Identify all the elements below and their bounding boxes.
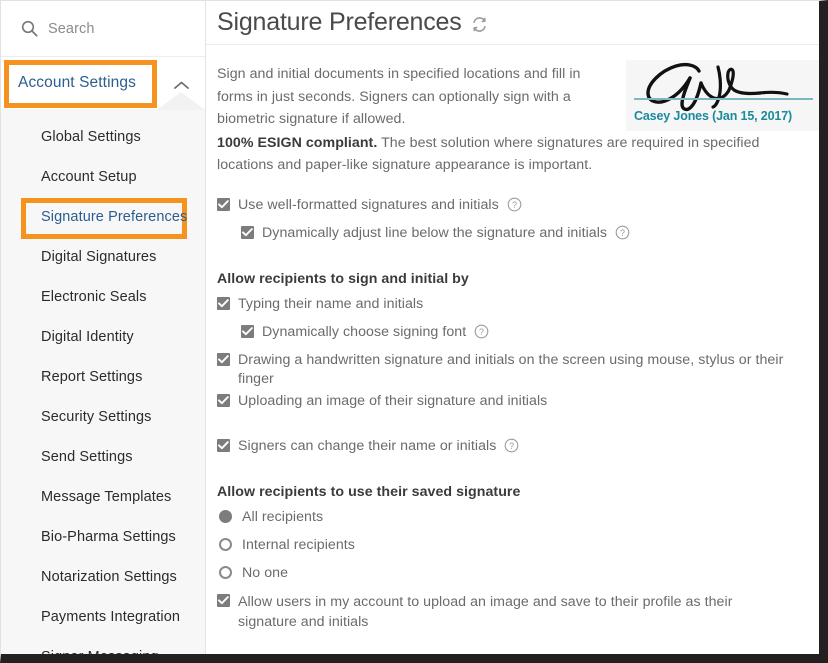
sidebar-item-send-settings[interactable]: Send Settings <box>1 437 205 477</box>
checkbox-checked-icon[interactable] <box>241 324 254 338</box>
option-use-well-formatted[interactable]: Use well-formatted signatures and initia… <box>217 195 819 221</box>
sidebar-item-digital-signatures[interactable]: Digital Signatures <box>1 237 205 277</box>
help-icon[interactable]: ? <box>474 324 489 339</box>
help-icon[interactable]: ? <box>504 438 519 453</box>
svg-text:?: ? <box>512 200 517 210</box>
help-icon[interactable]: ? <box>507 197 522 212</box>
sidebar-item-payments-integration[interactable]: Payments Integration <box>1 597 205 637</box>
sidebar-group-account-settings[interactable]: Account Settings <box>1 57 205 110</box>
page-header: Signature Preferences <box>206 1 819 45</box>
signature-preview-card: Casey Jones (Jan 15, 2017) <box>626 60 819 131</box>
page-title: Signature Preferences <box>217 8 462 36</box>
checkbox-checked-icon[interactable] <box>217 197 230 211</box>
option-typing-their-name-and-initials[interactable]: Typing their name and initials <box>217 294 819 320</box>
sidebar-item-message-templates[interactable]: Message Templates <box>1 477 205 517</box>
sidebar-item-label: Signature Preferences <box>41 209 188 225</box>
option-dynamically-choose-signing-font[interactable]: Dynamically choose signing font? <box>217 322 819 348</box>
radio-unselected-icon[interactable] <box>219 537 232 551</box>
intro-paragraph-1: Sign and initial documents in specified … <box>217 66 581 127</box>
chevron-up-icon <box>173 78 190 89</box>
sidebar-item-label: Report Settings <box>41 369 143 385</box>
option-signers-change-name[interactable]: Signers can change their name or initial… <box>217 436 819 462</box>
sidebar-item-label: Payments Integration <box>41 609 181 625</box>
sidebar-item-label: Digital Identity <box>41 329 134 345</box>
chevron-tab-background <box>157 92 205 110</box>
main-content: Signature Preferences Casey Jones (Jan 1… <box>206 1 819 654</box>
radio-unselected-icon[interactable] <box>219 565 232 579</box>
sidebar-item-account-setup[interactable]: Account Setup <box>1 157 205 197</box>
svg-text:?: ? <box>620 228 625 238</box>
sidebar-nav-list: Global Settings Account Setup Signature Pr… <box>1 109 205 663</box>
option-label: Signers can change their name or initial… <box>238 437 497 454</box>
sidebar-item-label: Security Settings <box>41 409 152 425</box>
application-window: Search Account Settings Global Settings A… <box>0 0 828 663</box>
sidebar-item-label: Bio-Pharma Settings <box>41 529 176 545</box>
svg-text:?: ? <box>509 441 514 451</box>
radio-option-label: No one <box>242 564 289 581</box>
radio-option-all-recipients[interactable]: All recipients <box>217 507 819 533</box>
option-label: Dynamically adjust line below the signat… <box>262 224 608 241</box>
section-heading-sign-by: Allow recipients to sign and initial by <box>217 270 469 287</box>
sidebar-item-signature-preferences[interactable]: Signature Preferences <box>1 197 205 239</box>
radio-option-label: Internal recipients <box>242 536 355 553</box>
option-allow-upload-image[interactable]: Allow users in my account to upload an i… <box>217 591 819 632</box>
sidebar-item-label: Account Setup <box>41 169 137 185</box>
sidebar-item-label: Global Settings <box>41 129 141 145</box>
options-group-formatting: Use well-formatted signatures and initia… <box>217 195 819 249</box>
option-uploading-an-image-of-their-signature-an[interactable]: Uploading an image of their signature an… <box>217 391 819 417</box>
option-dynamic-line[interactable]: Dynamically adjust line below the signat… <box>217 223 819 249</box>
sidebar-item-label: Send Settings <box>41 449 133 465</box>
option-label: Drawing a handwritten signature and init… <box>238 351 784 387</box>
account-settings-label: Account Settings <box>18 74 136 91</box>
esign-compliant-bold: 100% ESIGN compliant. <box>217 134 378 151</box>
checkbox-checked-icon[interactable] <box>217 296 230 310</box>
search-input[interactable]: Search <box>1 1 205 57</box>
sidebar-item-label: Message Templates <box>41 489 172 505</box>
options-group-sign-by: Typing their name and initials Dynamicall… <box>217 294 819 417</box>
option-label: Uploading an image of their signature an… <box>238 392 548 409</box>
option-label: Allow users in my account to upload an i… <box>238 593 733 630</box>
account-settings-toggle[interactable] <box>157 57 205 110</box>
checkbox-checked-icon[interactable] <box>217 593 230 607</box>
signature-caption: Casey Jones (Jan 15, 2017) <box>634 109 793 123</box>
sidebar-item-signer-messaging[interactable]: Signer Messaging <box>1 637 205 663</box>
sidebar-item-report-settings[interactable]: Report Settings <box>1 357 205 397</box>
sidebar-item-bio-pharma-settings[interactable]: Bio-Pharma Settings <box>1 517 205 557</box>
sidebar: Search Account Settings Global Settings A… <box>1 1 206 654</box>
sidebar-item-electronic-seals[interactable]: Electronic Seals <box>1 277 205 317</box>
intro-paragraph-2: 100% ESIGN compliant. The best solution … <box>217 132 795 177</box>
radio-option-label: All recipients <box>242 508 324 525</box>
search-placeholder: Search <box>48 20 95 37</box>
help-icon[interactable]: ? <box>615 225 630 240</box>
sidebar-item-label: Signer Messaging <box>41 649 159 663</box>
svg-text:?: ? <box>479 327 484 337</box>
radio-option-internal-recipients[interactable]: Internal recipients <box>217 535 819 561</box>
option-label: Dynamically choose signing font <box>262 323 467 340</box>
signature-drawing-area <box>634 62 813 112</box>
radio-option-no-one[interactable]: No one <box>217 563 819 589</box>
option-label: Use well-formatted signatures and initia… <box>238 196 499 213</box>
checkbox-checked-icon[interactable] <box>217 352 230 366</box>
sidebar-item-digital-identity[interactable]: Digital Identity <box>1 317 205 357</box>
signature-rule <box>634 98 813 100</box>
refresh-icon[interactable] <box>471 16 488 33</box>
sidebar-item-label: Electronic Seals <box>41 289 147 305</box>
checkbox-checked-icon[interactable] <box>217 393 230 407</box>
radio-selected-icon[interactable] <box>219 509 232 523</box>
checkbox-checked-icon[interactable] <box>217 438 230 452</box>
sidebar-item-notarization-settings[interactable]: Notarization Settings <box>1 557 205 597</box>
sidebar-item-global-settings[interactable]: Global Settings <box>1 117 205 157</box>
option-drawing-a-handwritten-signature-and-init[interactable]: Drawing a handwritten signature and init… <box>217 350 819 389</box>
search-icon <box>21 20 38 37</box>
checkbox-checked-icon[interactable] <box>241 225 254 239</box>
radio-group-saved-signature: All recipients Internal recipients No one <box>217 507 819 589</box>
sidebar-item-security-settings[interactable]: Security Settings <box>1 397 205 437</box>
sidebar-item-label: Digital Signatures <box>41 249 157 265</box>
sidebar-item-label: Notarization Settings <box>41 569 177 585</box>
option-label: Typing their name and initials <box>238 295 424 312</box>
section-heading-saved-signature: Allow recipients to use their saved sign… <box>217 483 521 500</box>
